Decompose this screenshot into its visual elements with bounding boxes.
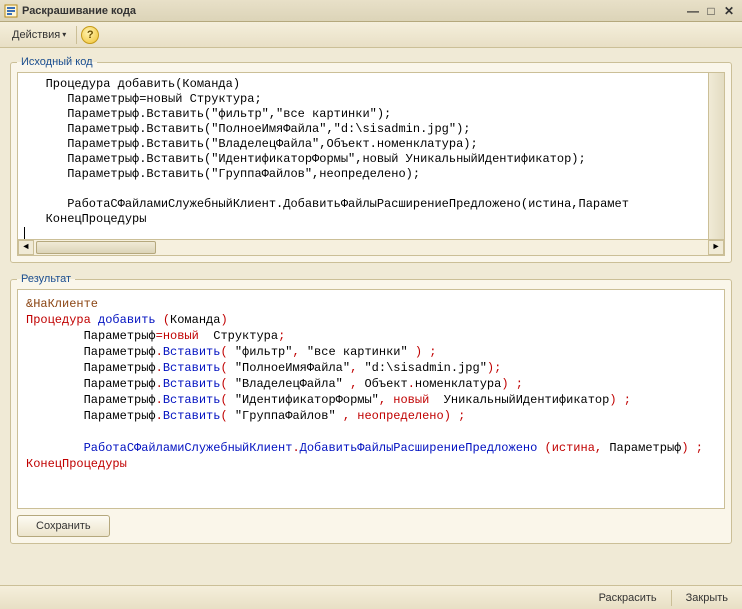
footer-separator — [671, 590, 672, 606]
toolbar-separator — [76, 26, 77, 44]
source-code-box: Процедура добавить(Команда) Параметрыф=н… — [17, 72, 725, 256]
source-vscrollbar[interactable] — [708, 73, 724, 239]
save-button[interactable]: Сохранить — [17, 515, 110, 537]
maximize-button[interactable]: □ — [702, 3, 720, 19]
titlebar: Раскрашивание кода — □ ✕ — [0, 0, 742, 22]
close-button[interactable]: Закрыть — [680, 590, 734, 606]
scroll-left-icon[interactable]: ◄ — [18, 240, 34, 255]
source-textarea[interactable]: Процедура добавить(Команда) Параметрыф=н… — [18, 73, 724, 239]
scroll-right-icon[interactable]: ► — [708, 240, 724, 255]
window-title: Раскрашивание кода — [22, 5, 684, 17]
chevron-down-icon: ▾ — [62, 30, 66, 39]
source-fieldset: Исходный код Процедура добавить(Команда)… — [10, 56, 732, 263]
source-hscrollbar[interactable]: ◄ ► — [18, 239, 724, 255]
toolbar: Действия ▾ ? — [0, 22, 742, 48]
close-window-button[interactable]: ✕ — [720, 3, 738, 19]
content-area: Исходный код Процедура добавить(Команда)… — [0, 48, 742, 585]
scroll-thumb[interactable] — [36, 241, 156, 254]
save-row: Сохранить — [17, 515, 725, 537]
result-fieldset: Результат &НаКлиенте Процедура добавить … — [10, 273, 732, 544]
footer: Раскрасить Закрыть — [0, 585, 742, 609]
minimize-button[interactable]: — — [684, 3, 702, 19]
result-textarea[interactable]: &НаКлиенте Процедура добавить (Команда) … — [17, 289, 725, 509]
actions-label: Действия — [12, 29, 60, 41]
scroll-track[interactable] — [34, 240, 708, 255]
result-legend: Результат — [17, 273, 75, 285]
colorize-button[interactable]: Раскрасить — [593, 590, 663, 606]
source-legend: Исходный код — [17, 56, 97, 68]
actions-menu[interactable]: Действия ▾ — [6, 27, 72, 43]
app-icon — [4, 4, 18, 18]
help-button[interactable]: ? — [81, 26, 99, 44]
